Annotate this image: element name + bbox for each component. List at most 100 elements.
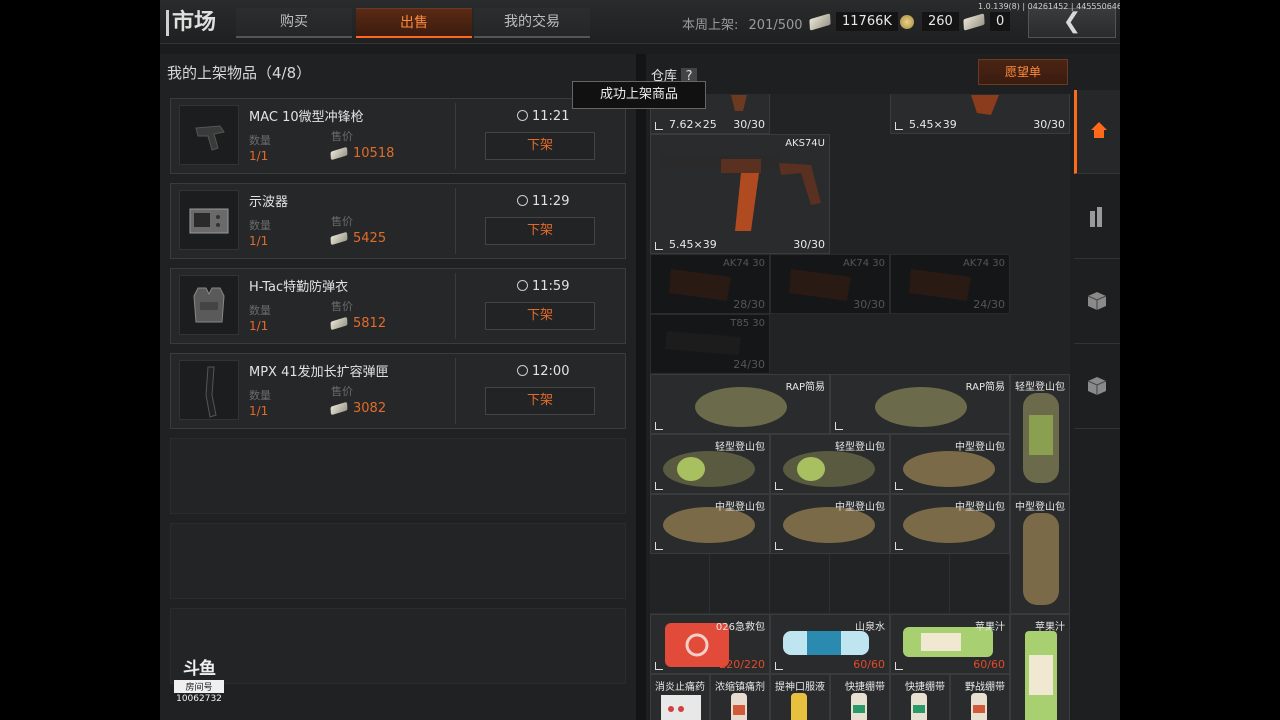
listing-name: H-Tac特勤防弹衣 [249, 280, 349, 295]
item-name: T85 30 [730, 318, 765, 329]
inventory-item[interactable]: 中型登山包 [770, 494, 890, 554]
listing-row[interactable]: 示波器 数量 1/1 售价 5425 11:29 下架 [170, 183, 626, 259]
delist-button[interactable]: 下架 [485, 302, 595, 330]
divider [455, 188, 456, 254]
smg-icon [179, 105, 239, 165]
item-ammo: 7.62×25 [669, 118, 717, 131]
wishlist-button[interactable]: 愿望单 [978, 59, 1068, 85]
listing-row[interactable]: MAC 10微型冲锋枪 数量 1/1 售价 10518 11:21 下架 [170, 98, 626, 174]
item-marker [655, 542, 663, 550]
inventory-item[interactable]: 山泉水 60/60 [770, 614, 890, 674]
weekly-listing-label: 本周上架: [682, 18, 739, 33]
empty-cell [770, 554, 830, 614]
inventory-item[interactable]: 浓缩镇痛剂 [710, 674, 770, 720]
tab-buy[interactable]: 购买 [236, 8, 352, 38]
item-name: 中型登山包 [955, 442, 1005, 453]
inventory-item[interactable]: AK74 30 24/30 [890, 254, 1010, 314]
item-name: 浓缩镇痛剂 [715, 682, 765, 693]
qty-label: 数量 [249, 134, 271, 147]
qty-label: 数量 [249, 219, 271, 232]
inventory-item[interactable]: 快捷绷带 [830, 674, 890, 720]
inventory-item[interactable]: AKS74U 5.45×39 30/30 [650, 134, 830, 254]
item-name: 026急救包 [715, 622, 765, 633]
item-name: RAP简易 [965, 382, 1005, 393]
clock-icon [517, 110, 528, 121]
voucher-icon [963, 12, 985, 31]
item-name: 苹果汁 [975, 622, 1005, 633]
inventory-item[interactable]: 苹果汁 60/60 [890, 614, 1010, 674]
coin-icon [900, 14, 914, 29]
item-marker [895, 482, 903, 490]
delist-button[interactable]: 下架 [485, 387, 595, 415]
my-listings-panel: 我的上架物品（4/8） MAC 10微型冲锋枪 数量 1/1 售价 10518 … [160, 54, 636, 720]
price-value: 5812 [330, 316, 386, 331]
price-label: 售价 [331, 130, 353, 143]
sidebar-box-2[interactable] [1074, 345, 1120, 429]
qty-value: 1/1 [249, 319, 269, 333]
inventory-item[interactable]: RAP简易 [650, 374, 830, 434]
item-count: 30/30 [733, 118, 765, 131]
inventory-item[interactable]: AK74 30 30/30 [770, 254, 890, 314]
item-count: 220/220 [719, 658, 765, 671]
listing-row[interactable]: H-Tac特勤防弹衣 数量 1/1 售价 5812 11:59 下架 [170, 268, 626, 344]
sidebar-box-1[interactable] [1074, 260, 1120, 344]
item-name: 提神口服液 [775, 682, 825, 693]
item-count: 24/30 [733, 358, 765, 371]
empty-cell [710, 554, 770, 614]
clock-icon [517, 365, 528, 376]
room-id: 10062732 [176, 694, 222, 704]
item-name: 苹果汁 [1035, 622, 1065, 633]
delist-button[interactable]: 下架 [485, 217, 595, 245]
item-name: 中型登山包 [955, 502, 1005, 513]
inventory-item[interactable]: 轻型登山包 [770, 434, 890, 494]
item-name: RAP简易 [785, 382, 825, 393]
qty-label: 数量 [249, 389, 271, 402]
inventory-item[interactable]: 轻型登山包 [1010, 374, 1070, 494]
sidebar-ammo[interactable] [1074, 175, 1120, 259]
time-value: 11:29 [532, 194, 570, 209]
cash-value: 11766K [836, 12, 898, 31]
inventory-item[interactable]: 苹果汁 [1010, 614, 1070, 720]
item-name: AKS74U [785, 138, 825, 149]
inventory-item[interactable]: 中型登山包 [1010, 494, 1070, 614]
empty-cell [830, 554, 890, 614]
listing-row[interactable]: MPX 41发加长扩容弹匣 数量 1/1 售价 3082 12:00 下架 [170, 353, 626, 429]
inventory-item[interactable]: 026急救包 220/220 [650, 614, 770, 674]
tab-my-trades[interactable]: 我的交易 [474, 8, 590, 38]
inventory-item[interactable]: 提神口服液 [770, 674, 830, 720]
item-marker [775, 542, 783, 550]
inventory-item[interactable]: 5.45×39 30/30 [890, 94, 1070, 134]
inventory-item[interactable]: 快捷绷带 [890, 674, 950, 720]
inventory-item[interactable]: 轻型登山包 [650, 434, 770, 494]
inventory-item[interactable]: T85 30 24/30 [650, 314, 770, 374]
qty-value: 1/1 [249, 404, 269, 418]
inventory-item[interactable]: 野战绷带 [950, 674, 1010, 720]
listing-name: MPX 41发加长扩容弹匣 [249, 365, 389, 380]
item-name: 快捷绷带 [905, 682, 945, 693]
price-label: 售价 [331, 215, 353, 228]
item-marker [895, 662, 903, 670]
item-count: 30/30 [853, 298, 885, 311]
back-button[interactable]: ❮ [1028, 8, 1116, 38]
inventory-item[interactable]: 中型登山包 [650, 494, 770, 554]
inventory-item[interactable]: 中型登山包 [890, 434, 1010, 494]
inventory-item[interactable]: 中型登山包 [890, 494, 1010, 554]
price-label: 售价 [331, 385, 353, 398]
listing-time: 11:29 [517, 194, 569, 209]
item-count: 28/30 [733, 298, 765, 311]
item-name: 轻型登山包 [835, 442, 885, 453]
inventory-item[interactable]: 消炎止痛药 [650, 674, 710, 720]
empty-cell [890, 554, 950, 614]
tab-sell[interactable]: 出售 [356, 8, 472, 38]
inventory-item[interactable]: RAP简易 [830, 374, 1010, 434]
empty-listing-slot [170, 523, 626, 599]
item-marker [655, 242, 663, 250]
item-marker [775, 662, 783, 670]
cash-icon [330, 316, 348, 331]
delist-button[interactable]: 下架 [485, 132, 595, 160]
price-amount: 3082 [353, 401, 387, 416]
sidebar-home[interactable] [1074, 90, 1120, 174]
coin-balance: 260 [900, 10, 959, 34]
inventory-item[interactable]: AK74 30 28/30 [650, 254, 770, 314]
item-name: 轻型登山包 [715, 442, 765, 453]
